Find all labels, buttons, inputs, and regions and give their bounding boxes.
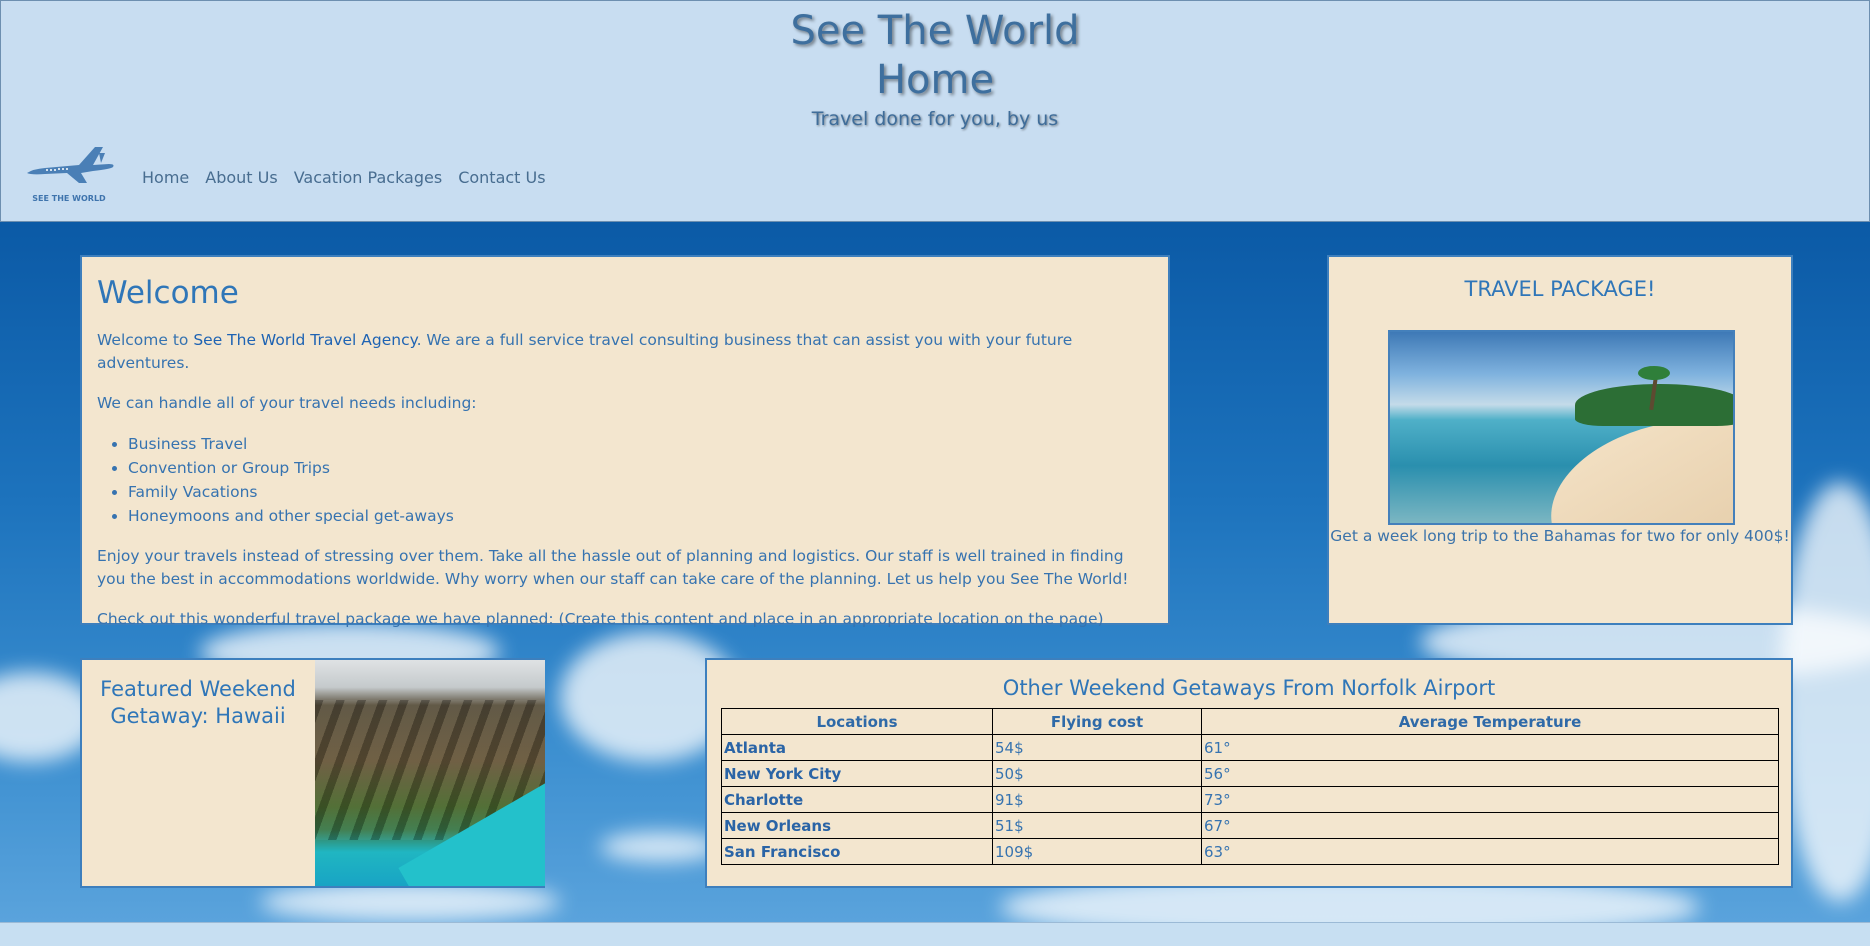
table-row: Atlanta 54$ 61° <box>721 734 1779 761</box>
getaways-panel: Other Weekend Getaways From Norfolk Airp… <box>705 658 1793 888</box>
temperature-cell: 56° <box>1201 760 1779 787</box>
nav-about-us[interactable]: About Us <box>205 168 277 187</box>
featured-heading-line1: Featured Weekend <box>100 677 296 701</box>
getaways-heading: Other Weekend Getaways From Norfolk Airp… <box>1002 676 1496 700</box>
featured-heading: Featured Weekend Getaway: Hawaii <box>82 676 314 730</box>
location-cell: New York City <box>721 760 993 787</box>
enjoy-text: Enjoy your travels instead of stressing … <box>97 547 1129 588</box>
welcome-panel: Welcome Welcome to See The World Travel … <box>80 255 1170 628</box>
site-header: See The World Home Travel done for you, … <box>0 0 1870 222</box>
nav-contact-us[interactable]: Contact Us <box>458 168 545 187</box>
cost-cell: 54$ <box>992 734 1202 761</box>
temperature-cell: 61° <box>1201 734 1779 761</box>
table-row: New York City 50$ 56° <box>721 760 1779 787</box>
location-cell: New Orleans <box>721 812 993 839</box>
main-nav: Home About Us Vacation Packages Contact … <box>142 168 546 187</box>
package-description: Get a week long trip to the Bahamas for … <box>1330 527 1790 545</box>
location-cell: San Francisco <box>721 838 993 865</box>
location-cell: Atlanta <box>721 734 993 761</box>
location-cell: Charlotte <box>721 786 993 813</box>
cost-cell: 91$ <box>992 786 1202 813</box>
airplane-logo[interactable]: SEE THE WORLD <box>23 143 115 203</box>
welcome-intro: Welcome to See The World Travel Agency. … <box>97 329 1153 375</box>
table-row: San Francisco 109$ 63° <box>721 838 1779 865</box>
cost-cell: 50$ <box>992 760 1202 787</box>
nav-home[interactable]: Home <box>142 168 189 187</box>
hawaii-coast-image <box>315 660 545 886</box>
list-item: Business Travel <box>128 432 1153 456</box>
package-heading: TRAVEL PACKAGE! <box>1464 277 1656 301</box>
cost-cell: 109$ <box>992 838 1202 865</box>
list-item: Convention or Group Trips <box>128 456 1153 480</box>
column-header-average-temperature: Average Temperature <box>1201 708 1779 735</box>
nav-vacation-packages[interactable]: Vacation Packages <box>294 168 443 187</box>
logo-text: SEE THE WORLD <box>32 194 106 203</box>
column-header-flying-cost: Flying cost <box>992 708 1202 735</box>
services-list: Business Travel Convention or Group Trip… <box>97 432 1153 528</box>
page-title: Home <box>875 57 995 103</box>
featured-getaway-panel: Featured Weekend Getaway: Hawaii <box>80 658 545 888</box>
site-title-line1: See The World <box>790 8 1080 54</box>
page-footer <box>0 922 1870 946</box>
airplane-icon <box>27 147 114 183</box>
welcome-heading: Welcome <box>97 275 239 311</box>
table-header-row: Locations Flying cost Average Temperatur… <box>721 708 1779 735</box>
temperature-cell: 63° <box>1201 838 1779 865</box>
intro-prefix: Welcome to <box>97 331 194 349</box>
agency-link[interactable]: See The World Travel Agency <box>193 331 416 349</box>
needs-text: We can handle all of your travel needs i… <box>97 394 477 412</box>
table-row: New Orleans 51$ 67° <box>721 812 1779 839</box>
site-title: See The World Home <box>1 7 1869 105</box>
travel-package-panel: TRAVEL PACKAGE! Get a week long trip to … <box>1327 255 1793 625</box>
temperature-cell: 67° <box>1201 812 1779 839</box>
tagline: Travel done for you, by us <box>811 108 1059 130</box>
table-row: Charlotte 91$ 73° <box>721 786 1779 813</box>
cost-cell: 51$ <box>992 812 1202 839</box>
list-item: Family Vacations <box>128 480 1153 504</box>
featured-heading-line2: Getaway: Hawaii <box>110 704 286 728</box>
getaways-table: Locations Flying cost Average Temperatur… <box>721 708 1779 865</box>
package-note: Check out this wonderful travel package … <box>97 610 1104 628</box>
list-item: Honeymoons and other special get-aways <box>128 504 1153 528</box>
column-header-locations: Locations <box>721 708 993 735</box>
temperature-cell: 73° <box>1201 786 1779 813</box>
bahamas-beach-image <box>1388 330 1735 525</box>
